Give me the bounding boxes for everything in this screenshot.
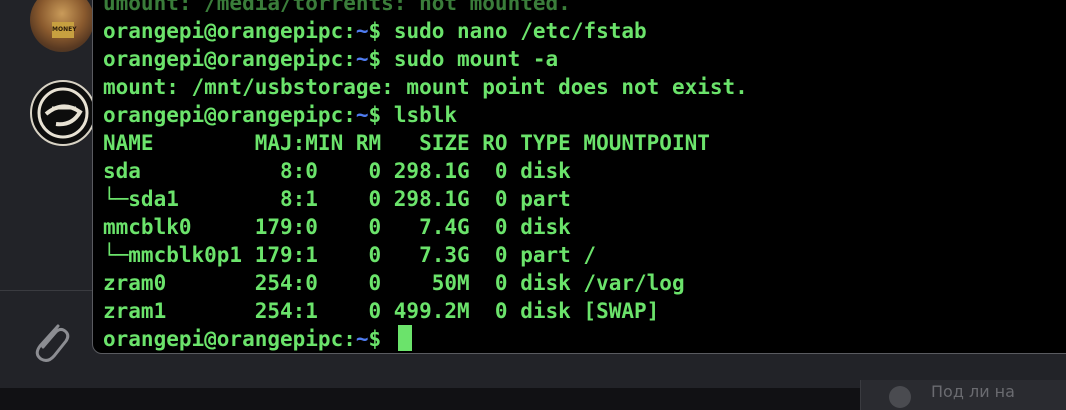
composer-divider [0, 290, 100, 291]
avatar-label: MONEY [52, 22, 77, 38]
prompt-user-host: orangepi@orangepipc: [103, 47, 356, 71]
prompt-path: ~ [355, 47, 369, 71]
prompt-symbol: $ [368, 103, 394, 127]
terminal-command-line: orangepi@orangepipc:~$ lsblk [103, 101, 1066, 129]
command-text: sudo nano /etc/fstab [393, 19, 647, 43]
command-text: sudo mount -a [393, 47, 559, 71]
terminal-output-line: NAME MAJ:MIN RM SIZE RO TYPE MOUNTPOINT [103, 131, 710, 155]
prompt-path: ~ [355, 19, 369, 43]
command-text: lsblk [393, 103, 458, 127]
terminal-output-line: zram0 254:0 0 50M 0 disk /var/log [103, 271, 685, 295]
avatar[interactable] [30, 80, 96, 146]
terminal-command-line: orangepi@orangepipc:~$ sudo mount -a [103, 45, 1066, 73]
prompt-user-host: orangepi@orangepipc: [103, 19, 356, 43]
prompt-symbol: $ [368, 327, 394, 351]
terminal-output-line: sda 8:0 0 298.1G 0 disk [103, 159, 584, 183]
terminal-command-line: orangepi@orangepipc:~$ sudo nano /etc/fs… [103, 17, 1066, 45]
terminal-cursor[interactable] [397, 325, 412, 351]
status-icon [889, 386, 911, 408]
terminal-current-prompt: orangepi@orangepipc:~$ [103, 325, 1066, 353]
avatar[interactable]: MONEY [30, 0, 94, 52]
bottom-panel-text: Под ли на [931, 382, 1015, 401]
prompt-symbol: $ [368, 47, 394, 71]
prompt-path: ~ [355, 103, 369, 127]
logo-icon [37, 87, 89, 139]
terminal-output-line: mount: /mnt/usbstorage: mount point does… [103, 75, 748, 99]
terminal-output: umount: /media/torrents: not mounted. ora… [103, 0, 1066, 353]
prompt-user-host: orangepi@orangepipc: [103, 327, 356, 351]
terminal-output-line: └─mmcblk0p1 179:1 0 7.3G 0 part / [103, 243, 597, 267]
prompt-path: ~ [355, 327, 369, 351]
prompt-user-host: orangepi@orangepipc: [103, 103, 356, 127]
terminal-window[interactable]: umount: /media/torrents: not mounted. ora… [92, 0, 1066, 354]
bottom-panel: Под ли на [860, 380, 1066, 410]
terminal-output-line: └─sda1 8:1 0 298.1G 0 part [103, 187, 584, 211]
prompt-symbol: $ [368, 19, 394, 43]
terminal-output-line: umount: /media/torrents: not mounted. [103, 0, 571, 15]
terminal-output-line: zram1 254:1 0 499.2M 0 disk [SWAP] [103, 299, 660, 323]
terminal-output-line: mmcblk0 179:0 0 7.4G 0 disk [103, 215, 584, 239]
paperclip-icon[interactable] [28, 316, 72, 364]
